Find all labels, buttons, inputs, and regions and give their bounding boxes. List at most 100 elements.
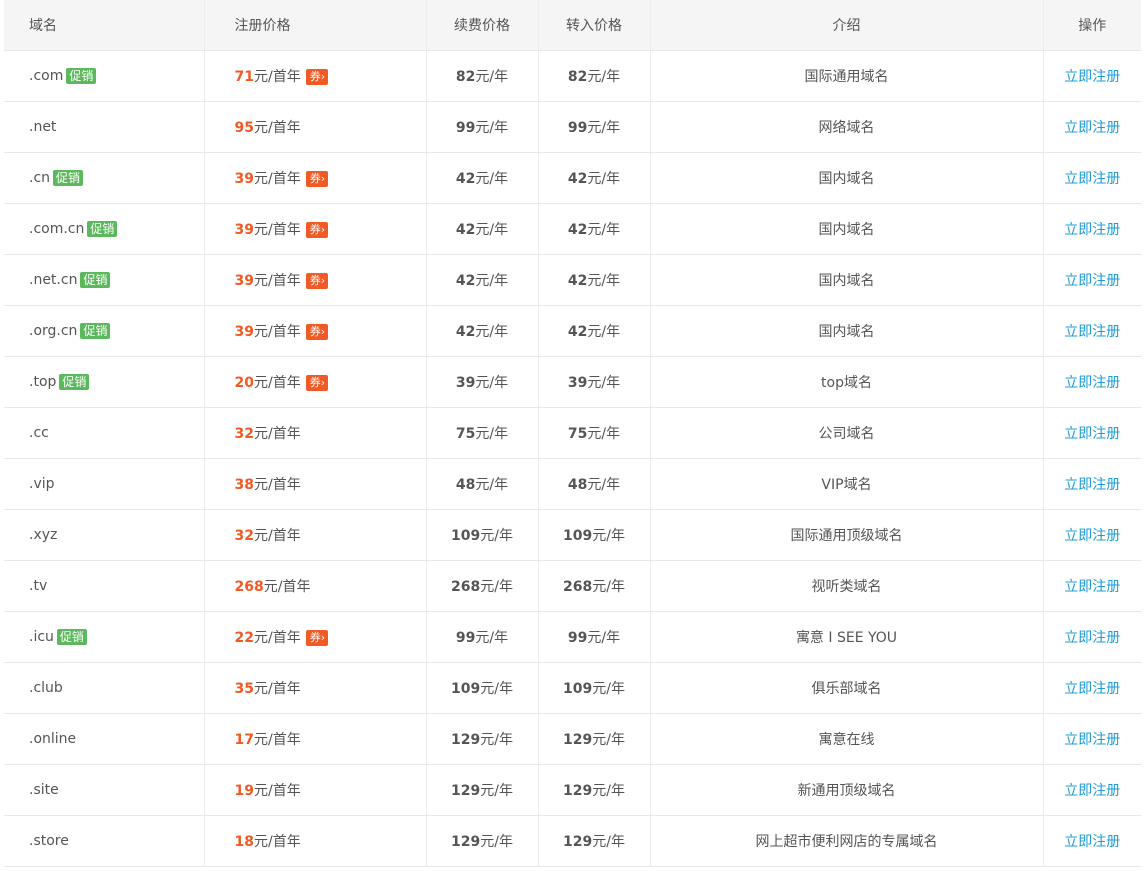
register-price-cell: 35元/首年 <box>204 662 427 714</box>
register-now-link[interactable]: 立即注册 <box>1064 732 1120 748</box>
table-row: .club 35元/首年 109元/年 109元/年 俱乐部域名 立即注册 <box>4 662 1141 714</box>
register-now-link[interactable]: 立即注册 <box>1064 630 1120 646</box>
transfer-price-value: 109 <box>563 528 593 544</box>
register-price-unit: 元/首年 <box>253 69 301 85</box>
register-price-value: 32 <box>234 426 254 442</box>
transfer-price-value: 99 <box>567 120 588 136</box>
renew-price-value: 129 <box>451 783 481 799</box>
domain-cell: .site <box>4 764 205 816</box>
register-price-unit: 元/首年 <box>263 579 311 595</box>
renew-price-value: 42 <box>455 273 476 289</box>
promo-badge: 促销 <box>53 170 84 186</box>
transfer-price-value: 129 <box>563 732 593 748</box>
renew-price-cell: 42元/年 <box>426 254 539 306</box>
domain-name: .top <box>29 374 57 390</box>
transfer-price-unit: 元/年 <box>587 120 621 136</box>
register-price-unit: 元/首年 <box>253 324 301 340</box>
register-now-link[interactable]: 立即注册 <box>1064 273 1120 289</box>
domain-cell: .com.cn 促销 <box>4 203 205 255</box>
transfer-price-unit: 元/年 <box>592 732 625 748</box>
coupon-badge[interactable]: 券› <box>305 222 329 238</box>
table-body: .com 促销 71元/首年 券› 82元/年 82元/年 国际通用域名 立即注册 .net 95… <box>4 50 1141 867</box>
intro-cell: 网络域名 <box>650 101 1044 153</box>
domain-cell: .top 促销 <box>4 356 205 408</box>
transfer-price-value: 268 <box>563 579 593 595</box>
register-price-cell: 39元/首年 券› <box>204 305 427 357</box>
table-row: .top 促销 20元/首年 券› 39元/年 39元/年 top域名 立即注册 <box>4 356 1141 408</box>
action-cell: 立即注册 <box>1043 356 1141 408</box>
coupon-badge[interactable]: 券› <box>305 630 329 646</box>
register-now-link[interactable]: 立即注册 <box>1064 222 1120 238</box>
renew-price-cell: 82元/年 <box>426 50 539 102</box>
register-price-value: 35 <box>234 681 254 697</box>
intro-cell: 国内域名 <box>650 305 1044 357</box>
domain-name: .online <box>29 731 77 747</box>
register-price-value: 18 <box>234 834 254 850</box>
register-price-cell: 20元/首年 券› <box>204 356 427 408</box>
coupon-badge[interactable]: 券› <box>305 273 329 289</box>
renew-price-unit: 元/年 <box>480 528 513 544</box>
register-now-link[interactable]: 立即注册 <box>1064 477 1120 493</box>
domain-name: .club <box>29 680 63 696</box>
action-cell: 立即注册 <box>1043 560 1141 612</box>
register-now-link[interactable]: 立即注册 <box>1064 324 1120 340</box>
transfer-price-unit: 元/年 <box>587 426 621 442</box>
domain-cell: .cc <box>4 407 205 459</box>
domain-cell: .xyz <box>4 509 205 561</box>
register-now-link[interactable]: 立即注册 <box>1064 426 1120 442</box>
transfer-price-cell: 42元/年 <box>538 254 651 306</box>
renew-price-cell: 268元/年 <box>426 560 539 612</box>
renew-price-value: 99 <box>455 630 476 646</box>
intro-cell: 寓意 I SEE YOU <box>650 611 1044 663</box>
coupon-badge[interactable]: 券› <box>305 324 329 340</box>
table-row: .xyz 32元/首年 109元/年 109元/年 国际通用顶级域名 立即注册 <box>4 509 1141 561</box>
register-price-value: 39 <box>234 171 254 187</box>
renew-price-unit: 元/年 <box>475 222 509 238</box>
register-now-link[interactable]: 立即注册 <box>1064 375 1120 391</box>
promo-badge: 促销 <box>80 323 111 339</box>
transfer-price-cell: 39元/年 <box>538 356 651 408</box>
coupon-badge[interactable]: 券› <box>305 69 329 85</box>
register-now-link[interactable]: 立即注册 <box>1064 783 1120 799</box>
table-row: .net.cn 促销 39元/首年 券› 42元/年 42元/年 国内域名 立即注册 <box>4 254 1141 306</box>
register-now-link[interactable]: 立即注册 <box>1064 834 1120 850</box>
transfer-price-value: 42 <box>567 171 588 187</box>
transfer-price-unit: 元/年 <box>587 171 621 187</box>
coupon-badge[interactable]: 券› <box>305 375 329 391</box>
register-price-cell: 19元/首年 <box>204 764 427 816</box>
register-now-link[interactable]: 立即注册 <box>1064 681 1120 697</box>
header-intro: 介绍 <box>650 0 1044 51</box>
register-price-unit: 元/首年 <box>253 171 301 187</box>
register-now-link[interactable]: 立即注册 <box>1064 120 1120 136</box>
domain-cell: .cn 促销 <box>4 152 205 204</box>
register-price-unit: 元/首年 <box>253 120 301 136</box>
domain-name: .cc <box>29 425 49 441</box>
register-price-unit: 元/首年 <box>253 783 301 799</box>
intro-cell: 国际通用域名 <box>650 50 1044 102</box>
action-cell: 立即注册 <box>1043 152 1141 204</box>
register-now-link[interactable]: 立即注册 <box>1064 579 1120 595</box>
header-action: 操作 <box>1043 0 1141 51</box>
action-cell: 立即注册 <box>1043 509 1141 561</box>
transfer-price-cell: 42元/年 <box>538 152 651 204</box>
transfer-price-value: 82 <box>567 69 588 85</box>
renew-price-unit: 元/年 <box>475 426 509 442</box>
register-price-value: 38 <box>234 477 254 493</box>
register-now-link[interactable]: 立即注册 <box>1064 528 1120 544</box>
register-price-unit: 元/首年 <box>253 834 301 850</box>
renew-price-value: 42 <box>455 222 476 238</box>
register-price-unit: 元/首年 <box>253 681 301 697</box>
transfer-price-cell: 99元/年 <box>538 611 651 663</box>
coupon-badge[interactable]: 券› <box>305 171 329 187</box>
action-cell: 立即注册 <box>1043 764 1141 816</box>
renew-price-value: 42 <box>455 171 476 187</box>
renew-price-value: 42 <box>455 324 476 340</box>
register-now-link[interactable]: 立即注册 <box>1064 69 1120 85</box>
domain-name: .cn <box>29 170 51 186</box>
register-now-link[interactable]: 立即注册 <box>1064 171 1120 187</box>
action-cell: 立即注册 <box>1043 101 1141 153</box>
transfer-price-unit: 元/年 <box>587 630 621 646</box>
domain-name: .net.cn <box>29 272 78 288</box>
transfer-price-value: 48 <box>567 477 588 493</box>
action-cell: 立即注册 <box>1043 458 1141 510</box>
